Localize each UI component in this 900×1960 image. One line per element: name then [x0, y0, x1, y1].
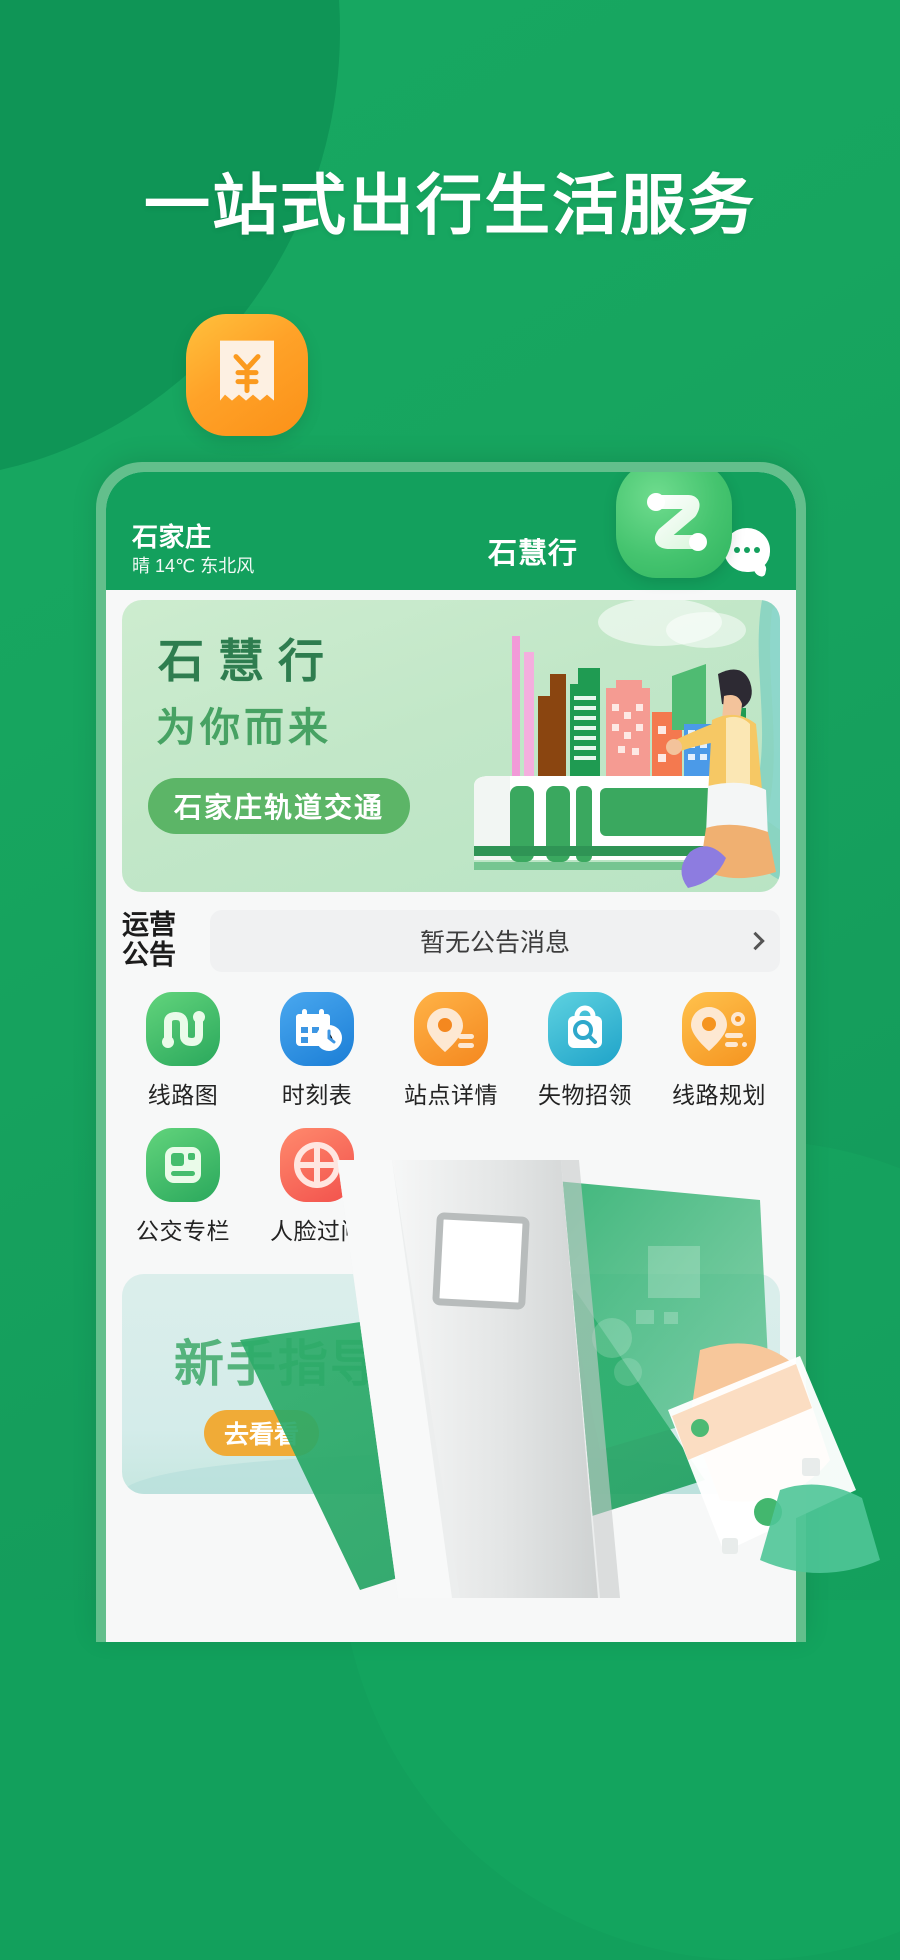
guide-card-title: 新手指导: [174, 1336, 382, 1392]
grid-item-station-detail[interactable]: 站点详情: [384, 992, 518, 1110]
face-gate-glyph: [294, 1142, 340, 1188]
grid-item-lost-found[interactable]: 失物招领: [518, 992, 652, 1110]
grid-item-label: 线路规划: [672, 1082, 766, 1108]
grid-item-label: 站点详情: [404, 1082, 498, 1108]
chat-dot: [754, 547, 760, 553]
beginner-guide-card[interactable]: 新手指导 去看看: [122, 1274, 780, 1494]
face-gate-icon: [280, 1128, 354, 1202]
station-pin-icon: [414, 992, 488, 1066]
notice-text: 暂无公告消息: [419, 929, 570, 957]
notice-label-line1: 运营: [122, 910, 176, 941]
city-weather-block[interactable]: 石家庄 晴 14℃ 东北风: [132, 521, 342, 576]
grid-item-bus-column[interactable]: 公交专栏: [116, 1128, 250, 1246]
grid-item-face-gate[interactable]: 人脸过闸: [250, 1128, 384, 1246]
notice-row[interactable]: 运营 公告 暂无公告消息: [122, 910, 780, 972]
app-icon-receipt[interactable]: [186, 314, 308, 436]
bus-column-glyph: [165, 1147, 201, 1183]
receipt-yen-icon: [220, 340, 274, 401]
route-logo-glyph: [647, 493, 707, 551]
phone-screen: 石家庄 晴 14℃ 东北风 石慧行 石慧行 为你而来 石家庄轨道交通 运营 公告…: [106, 472, 796, 1642]
bus-column-icon: [146, 1128, 220, 1202]
timetable-icon: [280, 992, 354, 1066]
banner-title: 石慧行: [158, 635, 338, 687]
feature-grid: 线路图 时刻表 站点详情 失物招领 线路规划 公交专栏 人脸过闸: [116, 992, 786, 1264]
notice-label: 运营 公告: [122, 911, 198, 970]
guide-card-wave: [122, 1454, 780, 1494]
banner-cta-button[interactable]: 石家庄轨道交通: [148, 778, 411, 834]
banner-subtitle: 为你而来: [156, 706, 332, 750]
station-pin-glyph: [427, 1008, 474, 1052]
grid-item-label: 时刻表: [281, 1082, 353, 1108]
guide-card-button[interactable]: 去看看: [204, 1410, 320, 1456]
grid-item-route-plan[interactable]: 线路规划: [652, 992, 786, 1110]
notice-box[interactable]: 暂无公告消息: [210, 910, 780, 972]
notice-label-line2: 公告: [122, 940, 176, 970]
city-name: 石家庄: [132, 521, 212, 552]
chat-dot: [734, 547, 740, 553]
route-map-icon: [146, 992, 220, 1066]
grid-item-label: 人脸过闸: [270, 1218, 364, 1244]
lost-found-bag-glyph: [568, 1005, 602, 1048]
phone-mockup: 石家庄 晴 14℃ 东北风 石慧行 石慧行 为你而来 石家庄轨道交通 运营 公告…: [96, 462, 806, 1642]
banner-illustration: [474, 600, 780, 888]
chat-dot: [744, 547, 750, 553]
grid-item-label: 公交专栏: [136, 1218, 230, 1244]
grid-item-timetable[interactable]: 时刻表: [250, 992, 384, 1110]
lost-found-bag-icon: [548, 992, 622, 1066]
timetable-glyph: [296, 1009, 342, 1051]
grid-item-label: 线路图: [147, 1082, 219, 1108]
grid-item-route-map[interactable]: 线路图: [116, 992, 250, 1110]
page-headline: 一站式出行生活服务: [144, 168, 756, 242]
grid-item-label: 失物招领: [538, 1082, 632, 1108]
weather-text: 晴 14℃ 东北风: [132, 555, 255, 576]
route-logo-badge: [616, 472, 732, 578]
route-plan-icon: [682, 992, 756, 1066]
hero-banner[interactable]: 石慧行 为你而来 石家庄轨道交通: [122, 600, 780, 892]
route-map-glyph: [162, 1011, 205, 1048]
chevron-right-icon: [746, 931, 765, 951]
route-plan-glyph: [691, 1007, 747, 1051]
